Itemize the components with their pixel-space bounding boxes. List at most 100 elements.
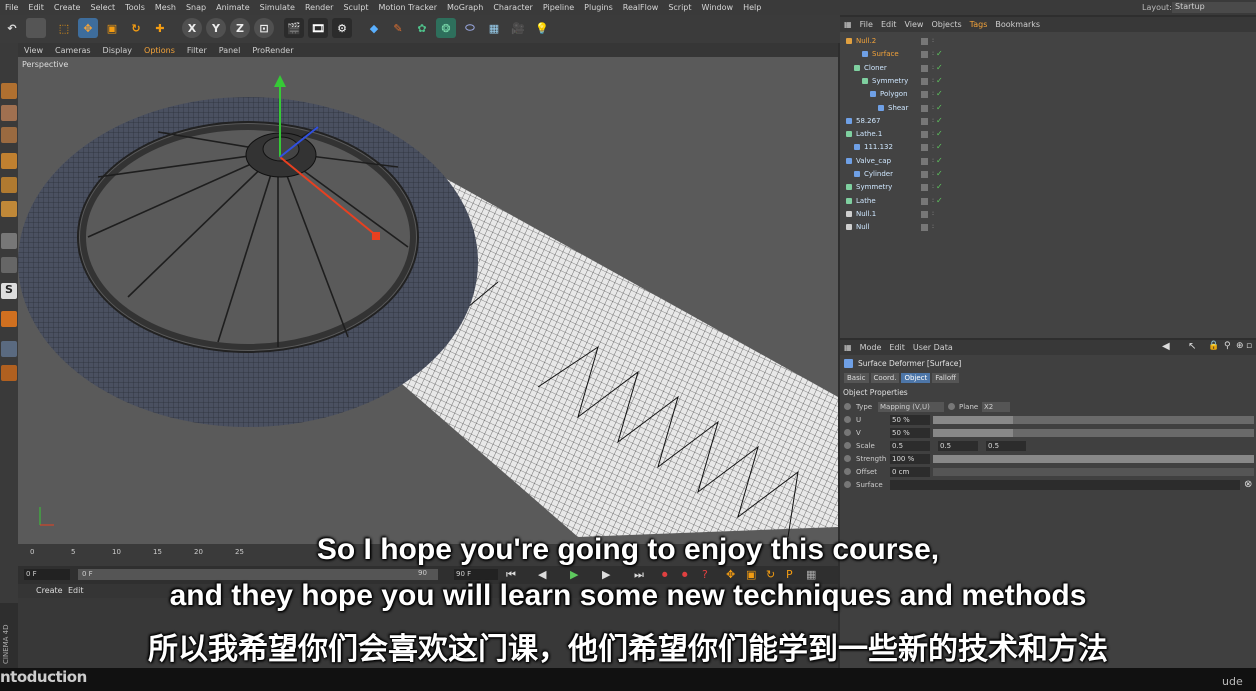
u-field[interactable]: 50 % [890,415,930,425]
pen-spline-icon[interactable]: ✎ [388,18,408,38]
menu-sculpt[interactable]: Sculpt [338,3,373,12]
layer-box[interactable] [921,77,928,85]
back-arrow-icon[interactable]: ◀ [1162,341,1170,352]
enabled-check-icon[interactable]: ✓ [936,156,943,165]
render-settings-icon[interactable]: ⚙ [332,18,352,38]
undo-icon[interactable]: ↶ [2,18,22,38]
object-row[interactable]: Symmetry: ✓ [840,75,1256,88]
visibility-dots-icon[interactable]: : [932,143,934,150]
enabled-check-icon[interactable]: ✓ [936,49,943,58]
enabled-check-icon[interactable]: ✓ [936,63,943,72]
menu-tools[interactable]: Tools [120,3,150,12]
subdivision-icon[interactable]: ✿ [412,18,432,38]
layer-box[interactable] [921,64,928,72]
object-menu-file[interactable]: File [856,20,877,29]
menu-select[interactable]: Select [85,3,120,12]
viewport-menu-display[interactable]: Display [97,46,139,55]
menu-create[interactable]: Create [49,3,86,12]
visibility-dots-icon[interactable]: : [932,117,934,124]
layer-box[interactable] [921,38,928,45]
menu-simulate[interactable]: Simulate [255,3,300,12]
object-row[interactable]: 58.267: ✓ [840,115,1256,128]
offset-slider[interactable] [933,468,1254,476]
cursor-icon[interactable]: ↖ [1188,341,1196,352]
layer-box[interactable] [921,104,928,112]
enabled-check-icon[interactable]: ✓ [936,169,943,178]
menu-animate[interactable]: Animate [211,3,255,12]
menu-help[interactable]: Help [738,3,766,12]
attribute-menu-edit[interactable]: Edit [885,343,909,352]
grid-icon[interactable] [1,341,17,357]
menu-mesh[interactable]: Mesh [150,3,181,12]
visibility-dots-icon[interactable]: : [932,90,934,97]
viewport-menu-panel[interactable]: Panel [213,46,247,55]
tab-object[interactable]: Object [901,373,931,383]
workplane-icon[interactable] [1,311,17,327]
layer-box[interactable] [921,157,928,165]
menu-mograph[interactable]: MoGraph [442,3,488,12]
camera-icon[interactable]: 🎥 [508,18,528,38]
u-radio[interactable] [844,416,851,423]
object-row[interactable]: Cylinder: ✓ [840,168,1256,181]
visibility-dots-icon[interactable]: : [932,197,934,204]
object-row[interactable]: Surface: ✓ [840,48,1256,61]
type-select[interactable]: Mapping (V,U) [878,402,944,412]
viewport-menu-view[interactable]: View [18,46,49,55]
layer-box[interactable] [921,210,928,218]
surface-radio[interactable] [844,481,851,488]
object-menu-bookmarks[interactable]: Bookmarks [991,20,1044,29]
enabled-check-icon[interactable]: ✓ [936,182,943,191]
viewport-menu-options[interactable]: Options [138,46,181,55]
scale-y-field[interactable]: 0.5 [938,441,978,451]
snap-icon[interactable]: S [1,283,17,299]
object-row[interactable]: Polygon: ✓ [840,88,1256,101]
menu-realflow[interactable]: RealFlow [618,3,664,12]
array-icon[interactable]: ❂ [436,18,456,38]
plane-radio[interactable] [948,403,955,410]
redo-icon[interactable] [26,18,46,38]
visibility-dots-icon[interactable]: : [932,37,934,44]
render-picture-viewer-icon[interactable]: 🎞 [308,18,328,38]
object-menu-edit[interactable]: Edit [877,20,901,29]
menu-render[interactable]: Render [300,3,338,12]
panel-menu-icon[interactable]: ▫ [1246,341,1252,351]
menu-snap[interactable]: Snap [181,3,211,12]
z-axis-lock-button[interactable]: Z [230,18,250,38]
layout-select[interactable]: Startup [1172,2,1256,13]
object-row[interactable]: Null: [840,221,1256,234]
lock-icon[interactable]: 🔒 [1208,341,1219,351]
menu-window[interactable]: Window [697,3,739,12]
points-mode-icon[interactable] [1,153,17,169]
attribute-menu-mode[interactable]: Mode [856,343,886,352]
perspective-viewport[interactable]: Perspective [18,57,838,544]
enabled-check-icon[interactable]: ✓ [936,103,943,112]
object-menu-tags[interactable]: Tags [966,20,992,29]
visibility-dots-icon[interactable]: : [932,77,934,84]
new-panel-icon[interactable]: ⊕ [1236,341,1244,351]
sculpt-icon[interactable] [1,365,17,381]
object-row[interactable]: Valve_cap: ✓ [840,155,1256,168]
enabled-check-icon[interactable]: ✓ [936,129,943,138]
visibility-dots-icon[interactable]: : [932,210,934,217]
layer-box[interactable] [921,184,928,192]
strength-radio[interactable] [844,455,851,462]
polygons-mode-icon[interactable] [1,201,17,217]
layer-box[interactable] [921,91,928,99]
visibility-dots-icon[interactable]: : [932,157,934,164]
object-menu-view[interactable]: View [900,20,927,29]
type-radio[interactable] [844,403,851,410]
menu-edit[interactable]: Edit [23,3,49,12]
model-mode-icon[interactable] [1,105,17,121]
enabled-check-icon[interactable]: ✓ [936,116,943,125]
object-row[interactable]: Null.1: [840,208,1256,221]
layer-box[interactable] [921,197,928,205]
object-row[interactable]: Symmetry: ✓ [840,181,1256,194]
viewport-menu-cameras[interactable]: Cameras [49,46,97,55]
object-row[interactable]: Lathe.1: ✓ [840,128,1256,141]
menu-character[interactable]: Character [488,3,538,12]
search-icon[interactable]: ⚲ [1224,341,1231,351]
tweak-mode-icon[interactable] [1,257,17,273]
layer-box[interactable] [921,144,928,152]
tab-basic[interactable]: Basic [844,373,869,383]
scale-x-field[interactable]: 0.5 [890,441,930,451]
